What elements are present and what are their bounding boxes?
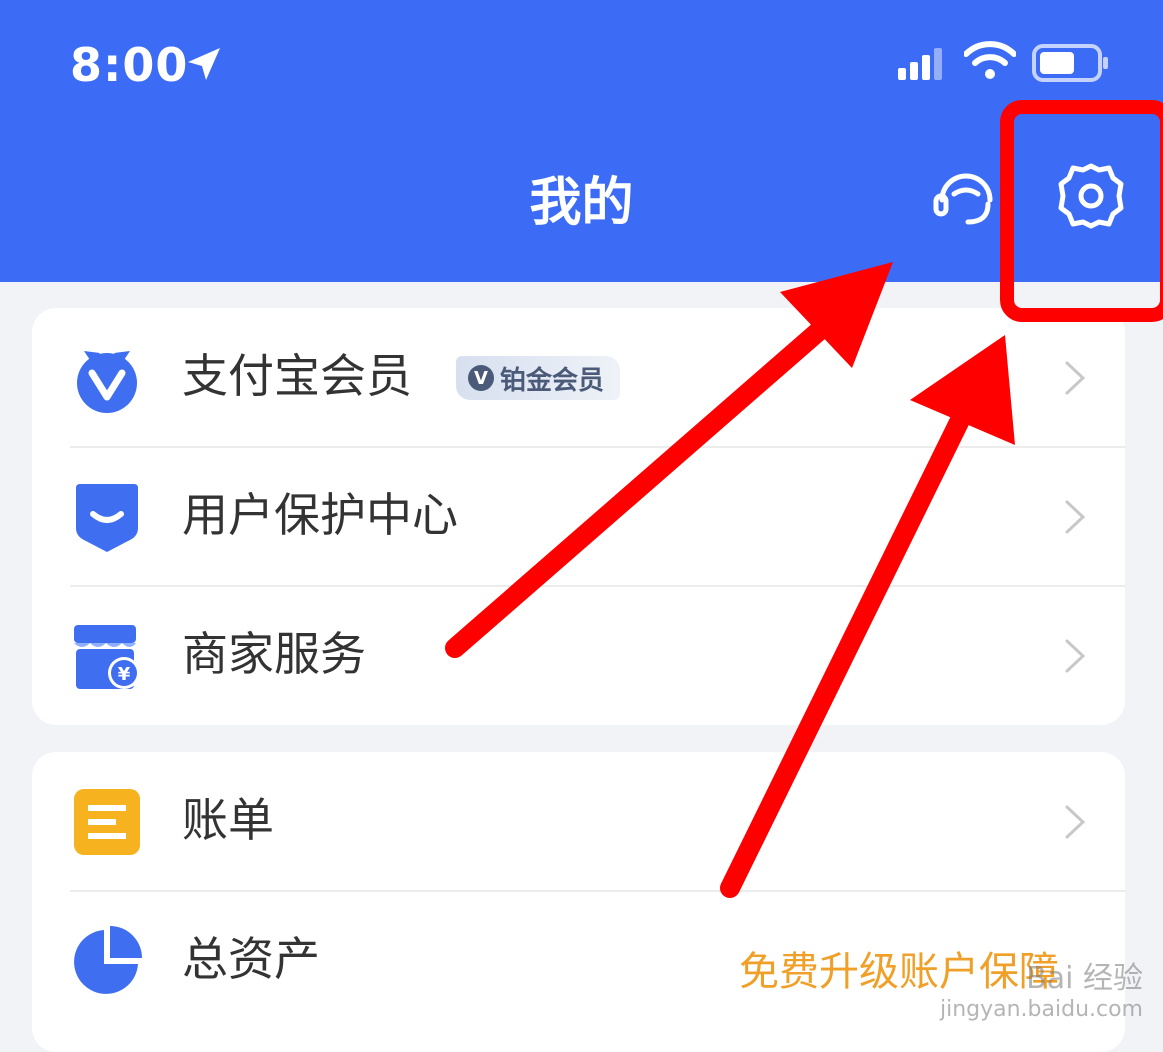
list-item-label: 账单	[182, 793, 274, 847]
list-item-label: 总资产	[182, 932, 320, 986]
app-header: 8:00 我的	[0, 0, 1163, 282]
watermark-url: jingyan.baidu.com	[939, 997, 1143, 1022]
services-card: 支付宝会员 V 铂金会员 用户保护中心 ¥ 商家服务	[32, 308, 1125, 725]
chevron-right-icon	[1065, 500, 1086, 534]
list-item-merchant-services[interactable]: ¥ 商家服务	[32, 586, 1125, 725]
battery-icon	[1032, 44, 1108, 82]
list-item-label: 支付宝会员	[182, 349, 412, 403]
bill-icon	[74, 789, 140, 855]
membership-badge: V 铂金会员	[456, 356, 621, 400]
pie-chart-icon	[74, 926, 142, 994]
chevron-right-icon	[1065, 361, 1086, 395]
status-time: 8:00	[70, 38, 189, 92]
watermark-brand: Bai 经验	[1026, 961, 1143, 996]
yuan-symbol: ¥	[118, 664, 131, 685]
store-icon: ¥	[74, 625, 140, 689]
list-item-user-protection[interactable]: 用户保护中心	[32, 447, 1125, 586]
list-item-label: 商家服务	[182, 627, 366, 681]
badge-v-icon: V	[468, 365, 494, 391]
cellular-signal-icon	[898, 48, 942, 80]
wifi-icon	[964, 41, 1016, 79]
badge-text: 铂金会员	[500, 365, 605, 396]
chevron-right-icon	[1065, 639, 1086, 673]
chevron-right-icon	[1065, 805, 1086, 839]
location-arrow-icon	[188, 48, 220, 80]
list-item-label: 用户保护中心	[182, 488, 458, 542]
annotation-highlight-box	[1000, 100, 1163, 322]
watermark: Bai 经验 jingyan.baidu.com	[940, 953, 1143, 1022]
membership-v-icon	[77, 351, 137, 413]
list-item-membership[interactable]: 支付宝会员 V 铂金会员	[32, 308, 1125, 447]
list-item-bill[interactable]: 账单	[32, 752, 1125, 891]
customer-service-icon[interactable]	[930, 160, 1002, 232]
shield-smile-icon	[76, 484, 138, 552]
